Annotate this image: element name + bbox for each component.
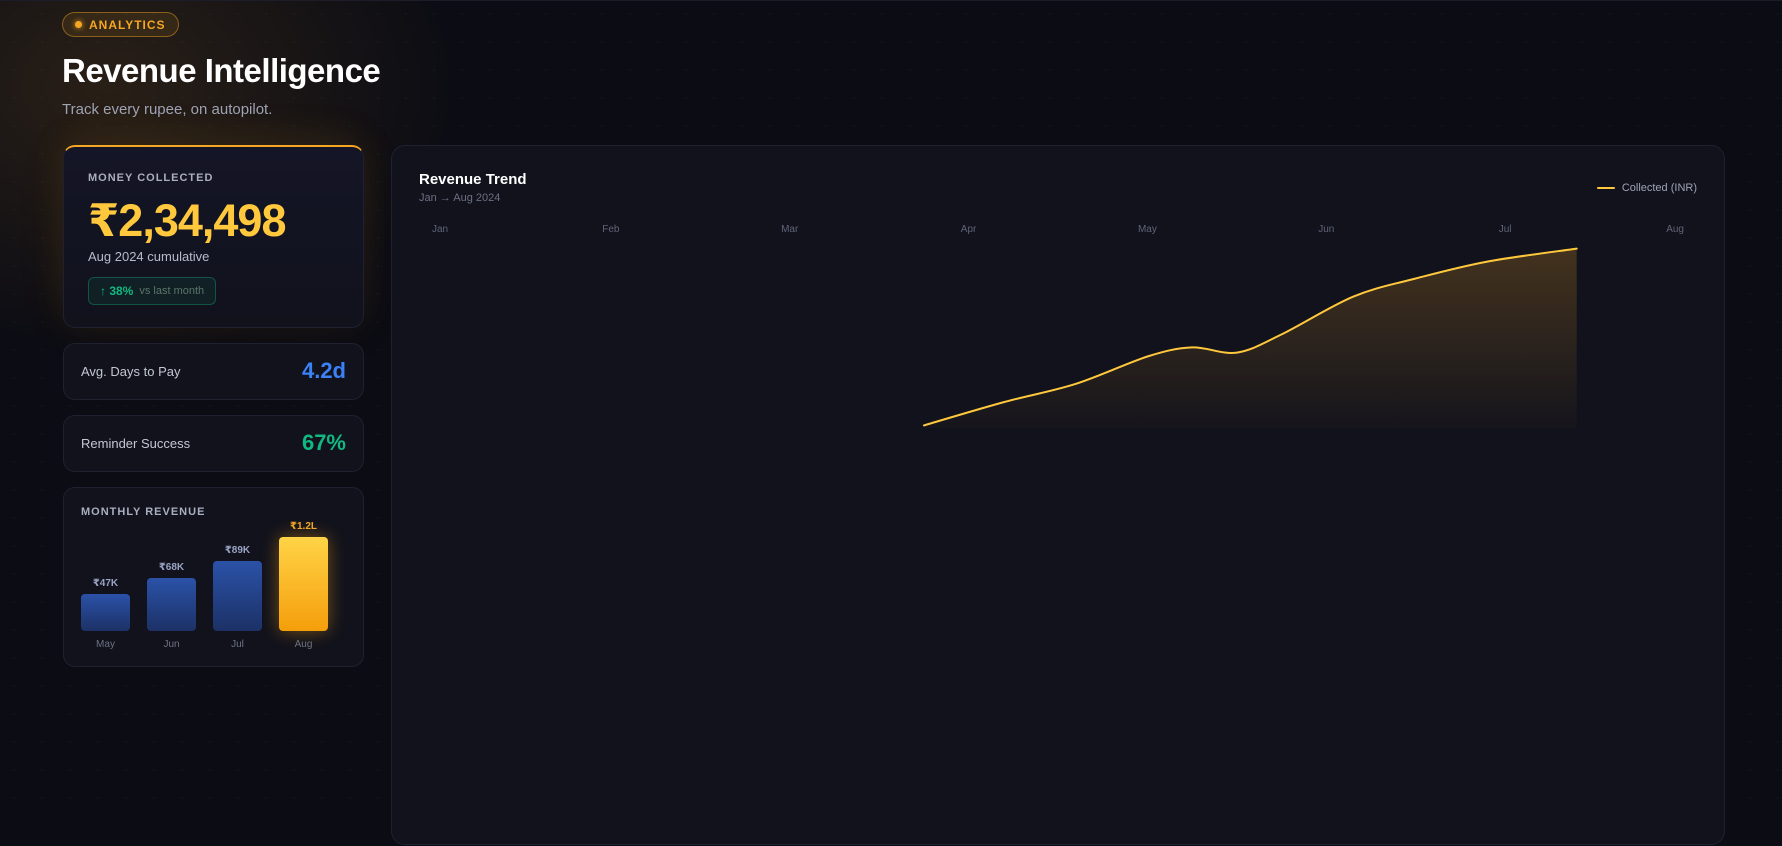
top-border: [0, 0, 1782, 1]
revenue-trend-card: Jan Feb Mar Apr May Jun Jul Aug Revenue Trend J…: [391, 145, 1725, 845]
chart-legend: Collected (INR): [1596, 182, 1697, 194]
money-collected-period: Aug 2024 cumulative: [88, 249, 210, 264]
avg-days-value: 4.2d: [301, 358, 346, 383]
bar-value-label: ₹1.2L: [290, 521, 317, 532]
bar-value-label: ₹47K: [92, 578, 119, 589]
x-tick-label: Feb: [602, 224, 620, 235]
legend-label: Collected (INR): [1621, 182, 1697, 194]
avg-days-card: Avg. Days to Pay 4.2d: [63, 343, 364, 400]
reminder-success-value: 67%: [301, 430, 346, 455]
x-tick-label: Jul: [1499, 224, 1512, 235]
x-tick-label: Mar: [781, 224, 799, 235]
revenue-bar-may: ₹47K May: [81, 578, 130, 650]
bar-rect: [147, 578, 196, 631]
money-collected-value: ₹2,34,498: [88, 195, 286, 246]
bar-rect: [279, 537, 328, 631]
delta-percent: ↑ 38%: [100, 284, 134, 298]
x-tick-label: Jan: [432, 224, 448, 235]
monthly-revenue-label: MONTHLY REVENUE: [81, 506, 206, 518]
bar-month-label: Jun: [163, 639, 180, 650]
bar-rect: [213, 561, 262, 631]
chart-title: Revenue Trend: [419, 171, 527, 188]
bar-rect: [81, 594, 130, 631]
x-tick-label: May: [1138, 224, 1157, 235]
delta-note: vs last month: [139, 285, 205, 297]
bar-month-label: Aug: [294, 639, 313, 650]
page-subtitle: Track every rupee, on autopilot.: [62, 101, 273, 118]
page-title: Revenue Intelligence: [62, 52, 381, 89]
analytics-badge: ANALYTICS: [62, 12, 179, 37]
money-collected-card: MONEY COLLECTED ₹2,34,498 Aug 2024 cumul…: [63, 145, 364, 328]
revenue-bar-jul: ₹89K Jul: [213, 545, 262, 650]
chart-subtitle: Jan → Aug 2024: [419, 192, 501, 204]
revenue-bar-aug: ₹1.2L Aug: [279, 521, 328, 650]
bar-value-label: ₹89K: [224, 545, 251, 556]
delta-badge: ↑ 38% vs last month: [88, 277, 217, 305]
dot-icon: [75, 21, 82, 28]
x-tick-label: Jun: [1318, 224, 1334, 235]
revenue-bar-jun: ₹68K Jun: [147, 562, 196, 650]
avg-days-label: Avg. Days to Pay: [81, 364, 181, 379]
bar-month-label: Jul: [231, 639, 244, 650]
monthly-revenue-card: MONTHLY REVENUE ₹47K May ₹68K Jun ₹89K Jul ₹1.…: [63, 487, 364, 667]
x-tick-label: Apr: [961, 224, 977, 235]
legend-line-icon: [1596, 187, 1615, 189]
money-collected-label: MONEY COLLECTED: [88, 172, 214, 184]
reminder-success-card: Reminder Success 67%: [63, 415, 364, 472]
series-area: [923, 248, 1577, 428]
reminder-success-label: Reminder Success: [81, 436, 191, 451]
badge-label: ANALYTICS: [89, 17, 166, 32]
x-tick-label: Aug: [1666, 224, 1684, 235]
bar-value-label: ₹68K: [158, 562, 185, 573]
bar-month-label: May: [96, 639, 115, 650]
revenue-trend-chart: Jan Feb Mar Apr May Jun Jul Aug: [432, 224, 1684, 428]
